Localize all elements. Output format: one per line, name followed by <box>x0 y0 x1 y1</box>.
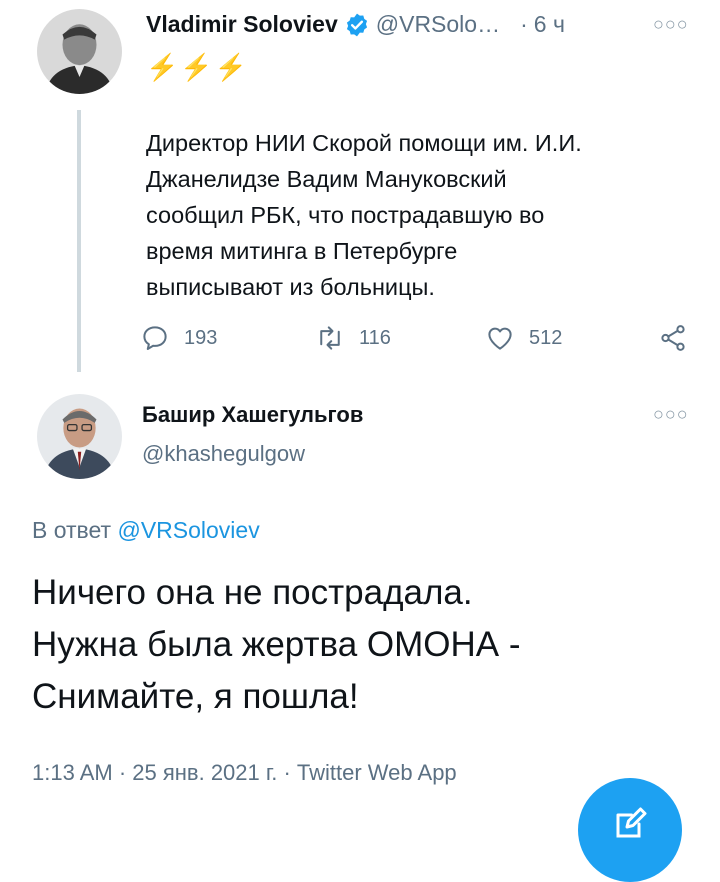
reply-to-handle-link[interactable]: @VRSoloviev <box>117 517 259 543</box>
retweet-button[interactable]: 116 <box>315 323 391 353</box>
like-button[interactable]: 512 <box>485 323 562 353</box>
compose-button[interactable] <box>578 778 682 882</box>
thread-connector-line <box>77 110 81 372</box>
tweet2-author-handle[interactable]: @khashegulgow <box>142 441 305 467</box>
tweet1-header: Vladimir Soloviev @VRSolo… · 6 ч <box>146 11 565 38</box>
tweet1-text-line: выписывают из больницы. <box>146 274 435 300</box>
heart-icon <box>488 327 512 350</box>
tweet1-text-line: Директор НИИ Скорой помощи им. И.И. <box>146 130 582 156</box>
like-count: 512 <box>529 326 563 349</box>
avatar-portrait-icon <box>37 9 122 94</box>
tweet1-author-name[interactable]: Vladimir Soloviev <box>146 11 338 38</box>
reply-button[interactable]: 193 <box>140 323 217 353</box>
share-button[interactable] <box>658 323 688 353</box>
reply-count: 193 <box>184 326 218 349</box>
tweet1-text-line: сообщил РБК, что пострадавшую во <box>146 202 545 228</box>
more-icon[interactable]: ○○○ <box>653 14 689 35</box>
share-icon <box>661 325 685 351</box>
compose-icon <box>616 807 647 838</box>
retweet-icon <box>320 326 340 350</box>
reply-to-prefix: В ответ <box>32 517 112 543</box>
tweet2-text: Ничего она не пострадала. Нужна была жер… <box>32 567 521 723</box>
avatar-portrait-icon <box>37 394 122 479</box>
tweet1-time[interactable]: 6 ч <box>534 11 565 38</box>
avatar-vladimir-soloviev[interactable] <box>37 9 122 94</box>
avatar-bashir-khashegulgov[interactable] <box>37 394 122 479</box>
tweet1-actions: 193 116 512 <box>140 323 700 353</box>
tweet1-text-line: время митинга в Петербурге <box>146 238 458 264</box>
tweet1-separator: · <box>520 11 528 37</box>
tweet2-timestamp-source[interactable]: 1:13 AM · 25 янв. 2021 г. · Twitter Web … <box>32 760 457 786</box>
retweet-count: 116 <box>359 326 391 349</box>
tweet2-text-line: Нужна была жертва ОМОНА - <box>32 625 521 664</box>
tweet1-text-line: Джанелидзе Вадим Мануковский <box>146 166 507 192</box>
reply-to-line: В ответ @VRSoloviev <box>32 517 260 544</box>
tweet1-text: Директор НИИ Скорой помощи им. И.И. Джан… <box>146 125 686 305</box>
tweet2-author-name[interactable]: Башир Хашегульгов <box>142 402 363 428</box>
verified-badge-icon <box>346 13 367 36</box>
more-icon[interactable]: ○○○ <box>653 404 689 425</box>
tweet2-text-line: Ничего она не пострадала. <box>32 573 473 612</box>
reply-icon <box>143 326 167 350</box>
lightning-emojis: ⚡⚡⚡ <box>146 52 250 82</box>
tweet1-author-handle[interactable]: @VRSolo… <box>376 11 500 38</box>
tweet2-text-line: Снимайте, я пошла! <box>32 677 359 716</box>
